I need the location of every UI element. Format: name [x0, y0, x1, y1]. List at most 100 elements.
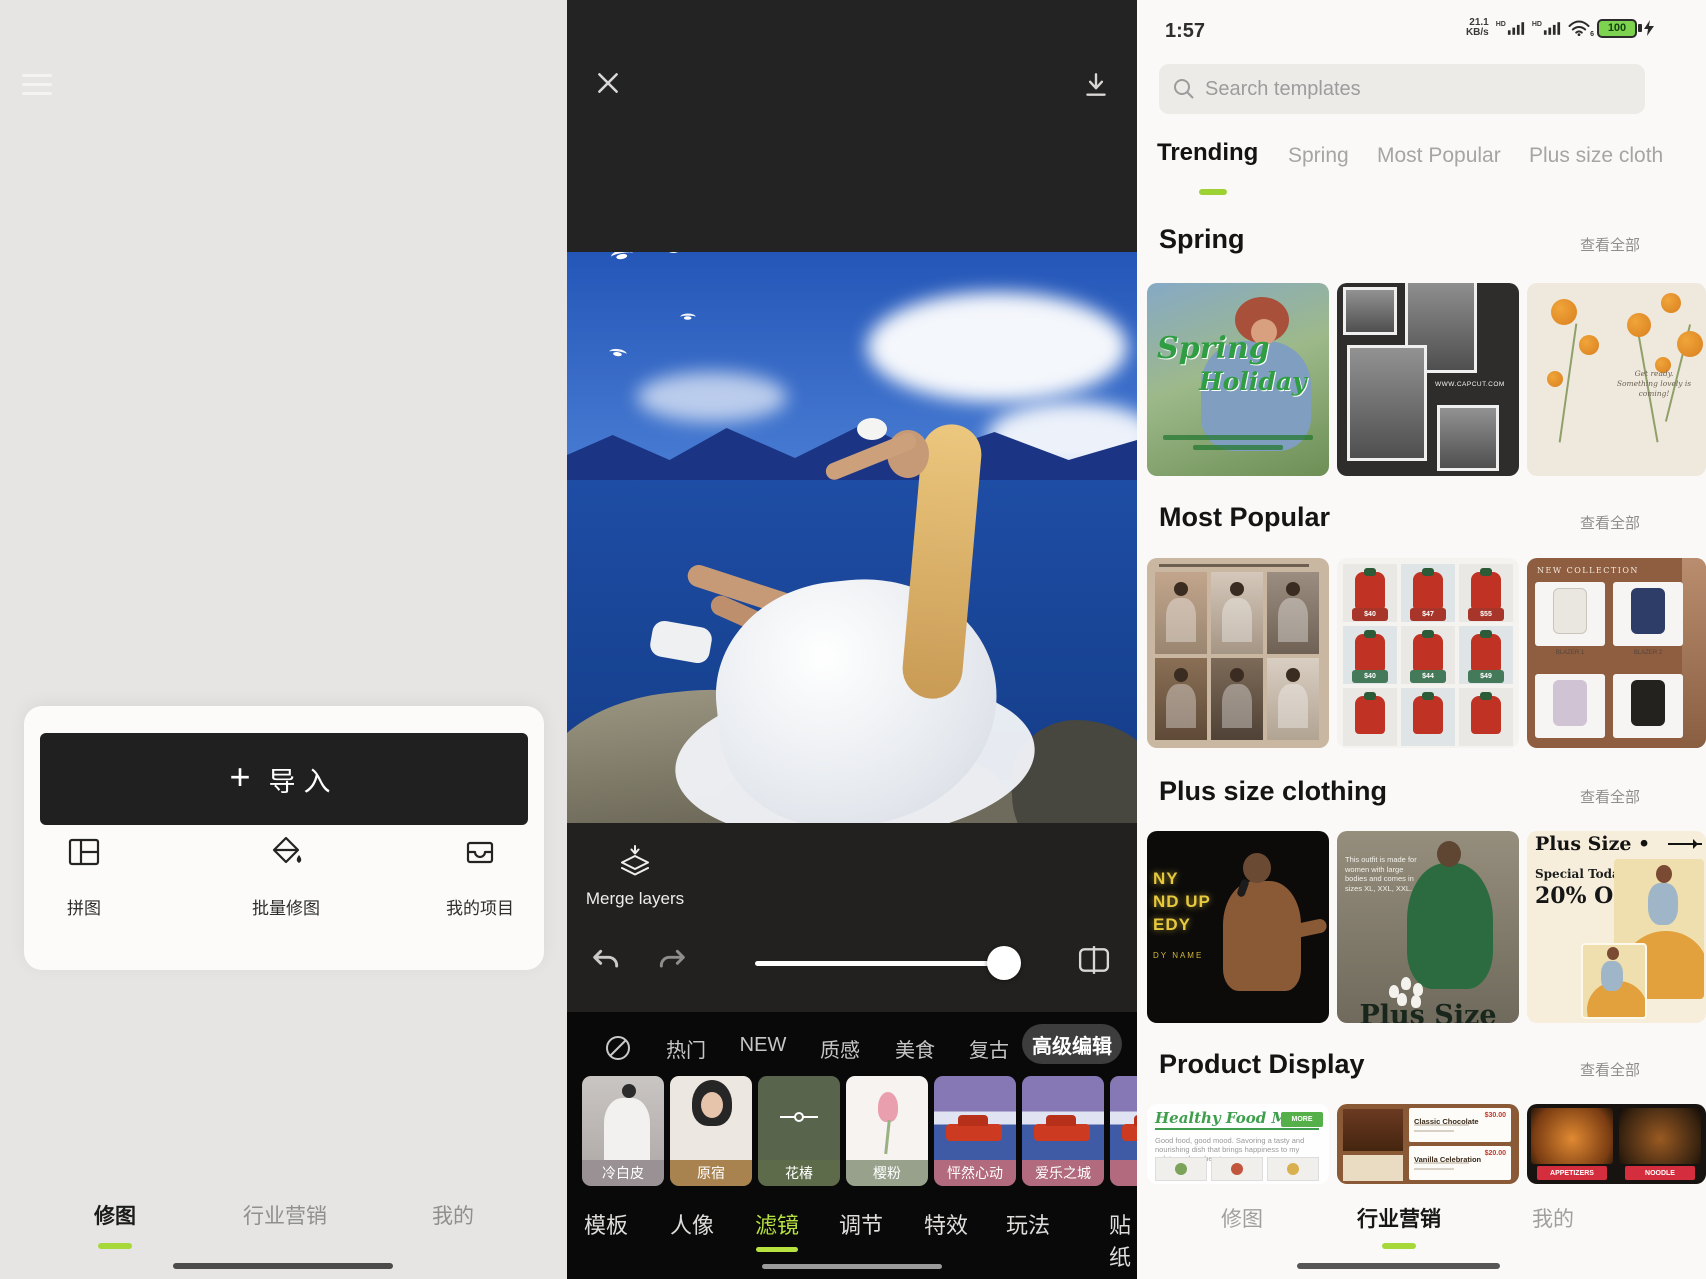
editor-nav-filter-active[interactable]: 滤镜: [755, 1208, 799, 1240]
home-indicator[interactable]: [762, 1264, 942, 1269]
tab-plus-size-clothing[interactable]: Plus size cloth: [1529, 144, 1663, 168]
card-art: $44: [1401, 626, 1455, 684]
card-title-line2: Holiday: [1199, 367, 1307, 396]
search-bar[interactable]: [1159, 64, 1645, 114]
editor-nav-play[interactable]: 玩法: [1006, 1208, 1050, 1240]
tab-most-popular[interactable]: Most Popular: [1377, 144, 1501, 168]
filter-preview: [1022, 1076, 1104, 1160]
filter-name: 怦然心动: [934, 1160, 1016, 1186]
slider-track[interactable]: [755, 961, 1015, 966]
view-all-product-display[interactable]: 查看全部: [1580, 1059, 1640, 1080]
editor-nav-portrait[interactable]: 人像: [670, 1208, 714, 1240]
template-card-red-coats-pricing[interactable]: $40 $47 $55 $40 $44 $49: [1337, 558, 1519, 748]
undo-icon[interactable]: [583, 939, 629, 985]
close-icon[interactable]: [587, 62, 629, 104]
template-card-plus-size-outfit[interactable]: This outfit is made for women with large…: [1337, 831, 1519, 1023]
tool-batch-edit[interactable]: 批量修图: [216, 834, 356, 919]
card-art: $40: [1343, 626, 1397, 684]
right-nav-marketing-active[interactable]: 行业营销: [1357, 1203, 1441, 1233]
more-button[interactable]: MORE: [1281, 1112, 1323, 1127]
template-card-new-collection[interactable]: NEW COLLECTION BLAZER 1 BLAZER 2: [1527, 558, 1706, 748]
status-time: 1:57: [1165, 20, 1205, 43]
filter-category-hot[interactable]: 热门: [666, 1034, 706, 1063]
left-nav-mine[interactable]: 我的: [432, 1200, 474, 1230]
merge-layers-label: Merge layers: [586, 889, 684, 909]
filter-category-texture[interactable]: 质感: [820, 1034, 860, 1063]
filter-category-new[interactable]: NEW: [740, 1034, 787, 1057]
filter-name: [1110, 1160, 1137, 1186]
filter-preview: [670, 1076, 752, 1160]
view-all-spring[interactable]: 查看全部: [1580, 234, 1640, 255]
editor-nav-template[interactable]: 模板: [584, 1208, 628, 1240]
filter-category-advanced-selected[interactable]: 高级编辑: [1022, 1024, 1122, 1064]
template-card-standup-comedy[interactable]: NY ND UP EDY DY NAME: [1147, 831, 1329, 1023]
template-card-healthy-food-menu[interactable]: Healthy Food Menu MORE Good food, good m…: [1147, 1104, 1329, 1184]
card-art: [1535, 674, 1605, 738]
projects-inbox-icon: [462, 834, 498, 870]
card-art: [1267, 658, 1319, 740]
filter-thumb-la-la-land[interactable]: 爱乐之城: [1022, 1076, 1104, 1186]
card-title: Plus Size •: [1535, 833, 1650, 855]
card-art: [1459, 688, 1513, 746]
left-nav-active-underline: [98, 1243, 132, 1249]
card-art: [1243, 853, 1271, 883]
template-card-dessert-menu[interactable]: Classic Chocolate $30.00 Vanilla Celebra…: [1337, 1104, 1519, 1184]
tool-collage-label: 拼图: [67, 894, 101, 919]
editor-nav-sticker[interactable]: 贴纸: [1109, 1208, 1131, 1272]
status-icons: 21.1KB/s HD HD 6 100: [1466, 15, 1654, 41]
photo-glove: [857, 418, 887, 440]
template-card-portrait-collage[interactable]: [1147, 558, 1329, 748]
filter-thumb-harajuku[interactable]: 原宿: [670, 1076, 752, 1186]
filter-name: 冷白皮: [582, 1160, 664, 1186]
slider-thumb[interactable]: [987, 946, 1021, 980]
view-all-most-popular[interactable]: 查看全部: [1580, 512, 1640, 533]
right-nav-retouch[interactable]: 修图: [1221, 1203, 1263, 1233]
left-nav-marketing[interactable]: 行业营销: [243, 1200, 327, 1230]
redo-icon[interactable]: [649, 939, 695, 985]
template-card-bw-fashion-collage[interactable]: WWW.CAPCUT.COM: [1337, 283, 1519, 476]
filter-thumb-heartbeat[interactable]: 怦然心动: [934, 1076, 1016, 1186]
template-card-spring-holiday[interactable]: Spring Holiday: [1147, 283, 1329, 476]
right-nav-mine[interactable]: 我的: [1532, 1203, 1574, 1233]
filter-thumb-sakura-pink[interactable]: 樱粉: [846, 1076, 928, 1186]
tool-collage[interactable]: 拼图: [14, 834, 154, 919]
tab-spring[interactable]: Spring: [1288, 144, 1349, 168]
editor-nav-effects[interactable]: 特效: [924, 1208, 968, 1240]
search-input[interactable]: [1205, 78, 1631, 101]
home-indicator[interactable]: [1297, 1263, 1500, 1269]
menu-icon[interactable]: [22, 74, 52, 101]
editor-nav-active-underline: [756, 1247, 798, 1252]
merge-layers-button[interactable]: Merge layers: [573, 845, 697, 909]
import-sheet: + 导入 拼图 批量修图 我的项目: [24, 706, 544, 970]
filter-thumb-camellia[interactable]: 花椿: [758, 1076, 840, 1186]
card-art: [1619, 1108, 1701, 1164]
view-all-plus-size[interactable]: 查看全部: [1580, 786, 1640, 807]
filter-preview: [846, 1076, 928, 1160]
left-nav-retouch[interactable]: 修图: [94, 1200, 136, 1230]
app-root: + 导入 拼图 批量修图 我的项目 修: [0, 0, 1706, 1279]
tool-my-projects-label: 我的项目: [446, 894, 514, 919]
filter-thumb-cool-white[interactable]: 冷白皮: [582, 1076, 664, 1186]
filter-thumb-partial[interactable]: [1110, 1076, 1137, 1186]
download-icon[interactable]: [1075, 64, 1117, 106]
template-card-spring-flowers[interactable]: Get ready. Something lovely is coming!: [1527, 283, 1706, 476]
filter-preview: [934, 1076, 1016, 1160]
card-art: [1347, 345, 1427, 461]
card-art: [1401, 688, 1455, 746]
template-card-plus-size-sale[interactable]: Plus Size • Special Today! 20% Off: [1527, 831, 1706, 1023]
section-title-spring: Spring: [1159, 224, 1245, 255]
card-art: [1211, 1157, 1263, 1181]
compare-icon[interactable]: [1071, 937, 1117, 983]
filter-category-retro[interactable]: 复古: [969, 1034, 1009, 1063]
filter-category-food[interactable]: 美食: [895, 1034, 935, 1063]
tool-my-projects[interactable]: 我的项目: [410, 834, 550, 919]
editor-nav-adjust[interactable]: 调节: [839, 1208, 883, 1240]
no-filter-icon[interactable]: [603, 1032, 635, 1064]
template-card-food-banner[interactable]: APPETIZERS NOODLE: [1527, 1104, 1706, 1184]
tab-active-underline: [1199, 189, 1227, 195]
filter-strength-slider[interactable]: [755, 943, 1015, 983]
tab-trending-active[interactable]: Trending: [1157, 139, 1258, 167]
paint-bucket-icon: [268, 834, 304, 870]
import-button[interactable]: + 导入: [40, 733, 528, 825]
home-indicator[interactable]: [173, 1263, 393, 1269]
